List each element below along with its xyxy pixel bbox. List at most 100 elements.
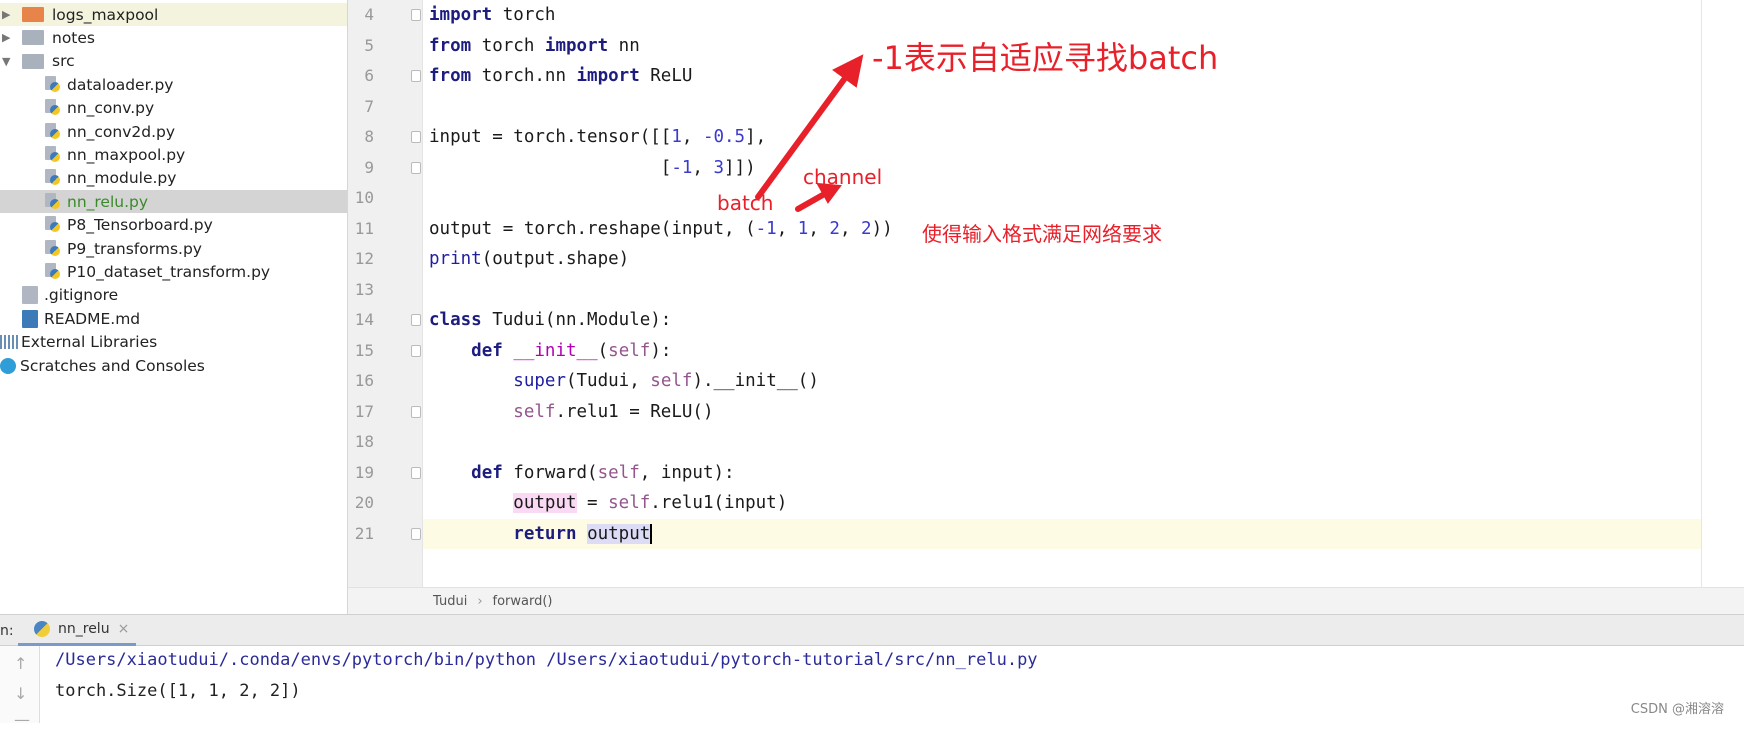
- tree-item[interactable]: nn_maxpool.py: [0, 143, 347, 166]
- code-token: self: [608, 493, 651, 513]
- code-token: ,: [839, 218, 862, 239]
- code-token: class: [429, 310, 482, 330]
- code-line: input = torch.tensor([[1, -0.5],: [423, 122, 1701, 152]
- scratches-icon: [0, 357, 16, 374]
- tree-item[interactable]: nn_module.py: [0, 167, 347, 190]
- line-number: 13: [354, 279, 374, 299]
- minimize-icon[interactable]: —: [14, 710, 30, 729]
- console-line-result: torch.Size([1, 1, 2, 2]): [55, 681, 301, 701]
- fold-marker-icon[interactable]: [411, 466, 421, 479]
- code-token: ]]): [724, 157, 756, 178]
- fold-marker-icon[interactable]: [411, 70, 421, 82]
- tree-item[interactable]: P10_dataset_transform.py: [0, 260, 347, 283]
- tree-item[interactable]: ▼ src: [0, 50, 347, 73]
- code-token: self: [597, 462, 640, 483]
- tree-item[interactable]: ▶ notes: [0, 26, 347, 49]
- line-number: 21: [354, 523, 374, 543]
- code-token: output = torch.reshape(input, (: [429, 218, 756, 239]
- console-output[interactable]: /Users/xiaotudui/.conda/envs/pytorch/bin…: [40, 646, 1744, 723]
- line-number: 4: [364, 5, 374, 24]
- code-token: ):: [650, 340, 672, 361]
- folder-icon: [22, 53, 44, 69]
- console-toolbar: ↑ ↓ —: [0, 646, 40, 729]
- code-token: print: [429, 249, 482, 269]
- code-token: self: [513, 401, 556, 422]
- code-token: import: [544, 35, 609, 56]
- code-token: -1: [671, 157, 693, 178]
- code-token: def: [471, 340, 503, 361]
- tree-item[interactable]: nn_conv.py: [0, 97, 347, 120]
- code-token: (: [597, 340, 609, 361]
- code-token: super: [513, 371, 566, 391]
- line-number: 6: [364, 66, 374, 85]
- tree-item-label: nn_conv.py: [67, 99, 155, 118]
- markdown-file-icon: [22, 309, 38, 328]
- tree-item[interactable]: External Libraries: [0, 331, 347, 354]
- code-token: def: [471, 462, 503, 483]
- code-token: self: [608, 340, 651, 361]
- code-token: return: [513, 523, 577, 544]
- line-number: 9: [364, 157, 374, 177]
- tree-item-label: src: [52, 52, 75, 71]
- tree-item[interactable]: nn_relu.py: [0, 190, 347, 214]
- tree-item[interactable]: ▶ logs_maxpool: [0, 3, 347, 26]
- fold-marker-icon[interactable]: [411, 131, 421, 143]
- python-file-icon: [45, 145, 61, 164]
- scroll-up-icon[interactable]: ↑: [14, 654, 27, 673]
- code-line: class Tudui(nn.Module):: [423, 305, 1701, 335]
- python-file-icon: [45, 216, 61, 234]
- fold-marker-icon[interactable]: [411, 314, 421, 326]
- tree-item[interactable]: P9_transforms.py: [0, 237, 347, 260]
- chevron-down-icon[interactable]: ▼: [2, 55, 16, 68]
- chevron-right-icon[interactable]: ▶: [2, 31, 16, 44]
- run-tab-label: nn_relu: [58, 621, 110, 637]
- tree-item-label: nn_relu.py: [67, 192, 149, 211]
- folder-icon: [22, 7, 44, 22]
- tree-item-label: .gitignore: [44, 286, 119, 305]
- line-number: 20: [354, 493, 374, 512]
- tree-item[interactable]: P8_Tensorboard.py: [0, 214, 347, 237]
- code-token: ReLU: [639, 66, 693, 86]
- code-token: ,: [681, 127, 703, 147]
- fold-marker-icon[interactable]: [411, 527, 421, 540]
- line-number: 18: [354, 432, 374, 451]
- code-token: .relu1(input): [650, 493, 788, 513]
- tree-item-label: logs_maxpool: [52, 5, 159, 24]
- fold-marker-icon[interactable]: [411, 161, 421, 174]
- run-tab-nn-relu[interactable]: nn_relu ×: [18, 615, 136, 646]
- tree-item[interactable]: Scratches and Consoles: [0, 354, 347, 377]
- line-number: 10: [354, 188, 374, 207]
- code-token: ],: [745, 127, 767, 147]
- close-icon[interactable]: ×: [118, 621, 130, 637]
- gitignore-file-icon: [22, 286, 38, 305]
- scroll-down-icon[interactable]: ↓: [14, 684, 27, 703]
- tree-item-label: nn_conv2d.py: [67, 122, 176, 141]
- line-number: 5: [364, 35, 374, 55]
- tree-item-label: P9_transforms.py: [67, 239, 202, 258]
- breadcrumb-method[interactable]: forward(): [493, 594, 553, 609]
- tree-item[interactable]: .gitignore: [0, 284, 347, 307]
- code-token: )): [871, 218, 893, 239]
- code-line: super(Tudui, self).__init__(): [423, 366, 1701, 396]
- tree-item[interactable]: nn_conv2d.py: [0, 120, 347, 143]
- fold-marker-icon[interactable]: [411, 9, 421, 21]
- chevron-right-icon[interactable]: ▶: [2, 8, 16, 21]
- tree-item[interactable]: dataloader.py: [0, 73, 347, 96]
- code-token: 3: [713, 157, 725, 178]
- tree-item[interactable]: README.md: [0, 307, 347, 330]
- tree-item-label: nn_maxpool.py: [67, 145, 186, 164]
- code-token: import: [429, 5, 493, 25]
- breadcrumb-class[interactable]: Tudui: [433, 594, 467, 609]
- libraries-icon: [0, 335, 18, 350]
- fold-marker-icon[interactable]: [411, 405, 421, 418]
- tree-item-label: Scratches and Consoles: [20, 356, 205, 375]
- fold-marker-icon[interactable]: [411, 344, 421, 357]
- code-editor[interactable]: import torch from torch import nn from tor…: [423, 0, 1744, 587]
